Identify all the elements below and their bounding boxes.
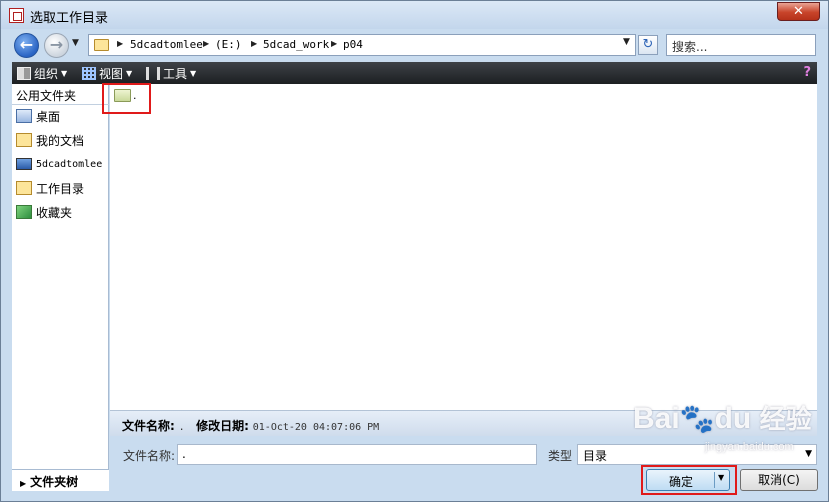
ok-label: 确定 — [669, 475, 694, 489]
file-name: . — [133, 89, 137, 102]
watermark-url: jingyan.baidu.com — [705, 441, 794, 453]
tools-menu[interactable]: 工具 ▼ — [146, 65, 196, 82]
chevron-right-icon[interactable]: ▶ — [251, 39, 257, 48]
breadcrumb-p04[interactable]: p04 — [343, 38, 363, 51]
chevron-down-icon: ▼ — [805, 449, 812, 459]
tools-label: 工具 — [163, 67, 188, 81]
history-dropdown-icon[interactable]: ▼ — [72, 38, 79, 48]
ok-button[interactable]: 确定 ▼ — [646, 469, 730, 491]
folder-tree-label: 文件夹树 — [30, 475, 79, 489]
breadcrumb-drive[interactable]: (E:) — [215, 38, 242, 51]
back-icon[interactable]: ← — [14, 33, 39, 58]
details-date-value: 01-Oct-20 04:07:06 PM — [252, 422, 380, 433]
view-icon — [82, 67, 96, 80]
cancel-button[interactable]: 取消(C) — [740, 469, 818, 491]
folder-icon — [94, 39, 109, 51]
sidebar-item-label: 收藏夹 — [36, 205, 73, 220]
paw-icon: 🐾 — [679, 403, 715, 434]
organize-icon — [17, 67, 31, 80]
sidebar-item-favorites[interactable]: 收藏夹 — [16, 203, 72, 221]
chevron-right-icon[interactable]: ▶ — [331, 39, 337, 48]
refresh-icon[interactable]: ↻ — [638, 35, 658, 55]
window-title: 选取工作目录 — [30, 11, 109, 26]
working-folder-icon — [16, 181, 32, 195]
folder-icon — [114, 89, 131, 102]
details-date-label: 修改日期: — [196, 419, 249, 433]
forward-icon[interactable]: → — [44, 33, 69, 58]
address-dropdown-icon[interactable]: ▼ — [623, 37, 630, 47]
app-icon — [9, 8, 24, 23]
sidebar-item-label: 我的文档 — [36, 133, 85, 148]
chevron-right-icon[interactable]: ▶ — [117, 39, 123, 48]
organize-label: 组织 — [34, 67, 59, 81]
breadcrumb-work[interactable]: 5dcad_work — [263, 38, 329, 51]
file-list[interactable]: . — [110, 84, 817, 410]
sidebar-header: 公用文件夹 — [12, 87, 109, 105]
address-bar[interactable]: ▶ 5dcadtomlee ▶ (E:) ▶ 5dcad_work ▶ p04 — [88, 34, 636, 56]
details-name-label: 文件名称: — [122, 419, 175, 433]
file-dialog-window: 选取工作目录 ✕ ← → ▼ ▶ 5dcadtomlee ▶ (E:) ▶ 5d… — [0, 0, 829, 502]
folder-tree-toggle[interactable]: ▶ 文件夹树 — [12, 469, 109, 491]
chevron-down-icon: ▼ — [190, 69, 197, 78]
tools-icon — [146, 67, 160, 80]
sidebar: 公用文件夹 桌面 我的文档 5dcadtomlee 工作目录 收藏夹 — [12, 84, 109, 469]
list-item[interactable]: . — [114, 89, 137, 102]
chevron-down-icon: ▼ — [126, 69, 133, 78]
favorites-icon — [16, 205, 32, 219]
address-row: ← → ▼ ▶ 5dcadtomlee ▶ (E:) ▶ 5dcad_work … — [1, 29, 828, 63]
chevron-right-icon[interactable]: ▶ — [203, 39, 209, 48]
sidebar-item-working-dir[interactable]: 工作目录 — [16, 179, 84, 197]
documents-icon — [16, 133, 32, 147]
details-name-value: . — [178, 422, 185, 433]
baidu-watermark: Bai🐾du 经验 — [633, 399, 812, 436]
sidebar-item-desktop[interactable]: 桌面 — [16, 107, 60, 125]
toolbar: 组织 ▼ 视图 ▼ 工具 ▼ ? — [12, 62, 817, 84]
sidebar-item-documents[interactable]: 我的文档 — [16, 131, 84, 149]
sidebar-item-label: 桌面 — [36, 109, 61, 124]
computer-icon — [16, 158, 32, 170]
triangle-right-icon: ▶ — [20, 479, 27, 488]
sidebar-item-computer[interactable]: 5dcadtomlee — [16, 155, 102, 173]
chevron-down-icon: ▼ — [61, 69, 68, 78]
help-icon[interactable]: ? — [803, 65, 811, 80]
search-input[interactable]: 搜索... — [666, 34, 816, 56]
split-divider — [714, 472, 715, 488]
close-button[interactable]: ✕ — [777, 2, 820, 21]
sidebar-item-label: 5dcadtomlee — [36, 158, 103, 170]
watermark-zh: 经验 — [759, 404, 812, 434]
sidebar-item-label: 工作目录 — [36, 181, 85, 196]
file-name-input[interactable]: . — [177, 444, 537, 465]
breadcrumb-computer[interactable]: 5dcadtomlee — [130, 38, 203, 51]
type-label: 类型 — [548, 449, 573, 463]
organize-menu[interactable]: 组织 ▼ — [17, 65, 67, 82]
view-label: 视图 — [99, 67, 124, 81]
view-menu[interactable]: 视图 ▼ — [82, 65, 132, 82]
desktop-icon — [16, 109, 32, 123]
title-bar[interactable]: 选取工作目录 ✕ — [1, 1, 828, 29]
file-name-label: 文件名称: — [123, 449, 176, 463]
type-value: 目录 — [583, 449, 608, 463]
watermark-brand: Bai — [633, 402, 680, 435]
watermark-brand2: du — [714, 402, 752, 435]
chevron-down-icon[interactable]: ▼ — [718, 473, 724, 482]
